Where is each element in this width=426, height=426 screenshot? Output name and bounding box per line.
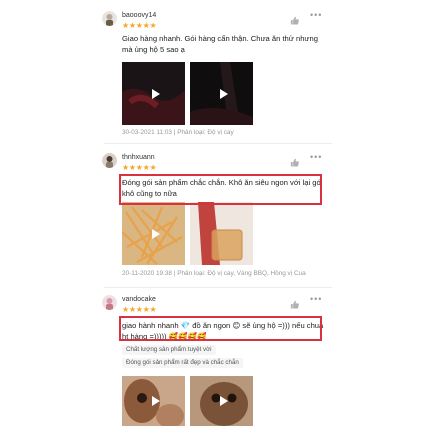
review-video-thumbnail[interactable] — [190, 376, 253, 426]
rating-stars: ★★★★★ — [122, 21, 157, 30]
thumbs-up-icon[interactable] — [290, 12, 299, 25]
review-meta: 30-03-2021 11:03 | Phân loại: Độ vị cay — [122, 129, 234, 136]
divider — [104, 143, 332, 144]
review-tag: Đóng gói sản phẩm rất đẹp và chắc chắn — [122, 358, 243, 368]
thumbs-up-icon[interactable] — [290, 296, 299, 309]
username[interactable]: thnhxuann — [122, 153, 155, 162]
review-video-thumbnail[interactable] — [122, 376, 185, 426]
play-icon — [151, 228, 160, 239]
username[interactable]: vandocake — [122, 295, 156, 304]
more-dots-icon[interactable]: ••• — [310, 11, 322, 20]
avatar[interactable] — [102, 153, 117, 168]
review-tag: Chất lượng sản phẩm tuyệt vời — [122, 345, 216, 355]
avatar[interactable] — [102, 11, 117, 26]
rating-stars: ★★★★★ — [122, 163, 157, 172]
play-icon — [219, 88, 228, 99]
review-text: Giao hàng nhanh. Gói hàng cẩn thận. Chưa… — [122, 34, 318, 54]
highlight-box — [119, 174, 322, 205]
avatar[interactable] — [102, 295, 117, 310]
review-meta: 20-11-2020 19:38 | Phân loại: Độ vị cay,… — [122, 270, 306, 277]
play-icon — [151, 396, 160, 406]
divider — [104, 287, 332, 288]
review-video-thumbnail[interactable] — [122, 62, 185, 125]
review-video-thumbnail[interactable] — [190, 62, 253, 125]
review-photo[interactable] — [190, 202, 253, 265]
review-card-1: baooovy14 ★★★★★ ••• Giao hàng nhanh. Gói… — [102, 8, 332, 138]
thumbs-up-icon[interactable] — [290, 154, 299, 167]
highlight-box — [119, 316, 322, 341]
username[interactable]: baooovy14 — [122, 11, 156, 20]
review-card-2: thnhxuann ★★★★★ ••• Đóng gói sản phẩm ch… — [102, 150, 332, 282]
more-dots-icon[interactable]: ••• — [310, 295, 322, 304]
play-icon — [151, 88, 160, 99]
more-dots-icon[interactable]: ••• — [310, 153, 322, 162]
play-icon — [219, 396, 228, 406]
rating-stars: ★★★★★ — [122, 305, 157, 314]
review-video-thumbnail[interactable] — [122, 202, 185, 265]
